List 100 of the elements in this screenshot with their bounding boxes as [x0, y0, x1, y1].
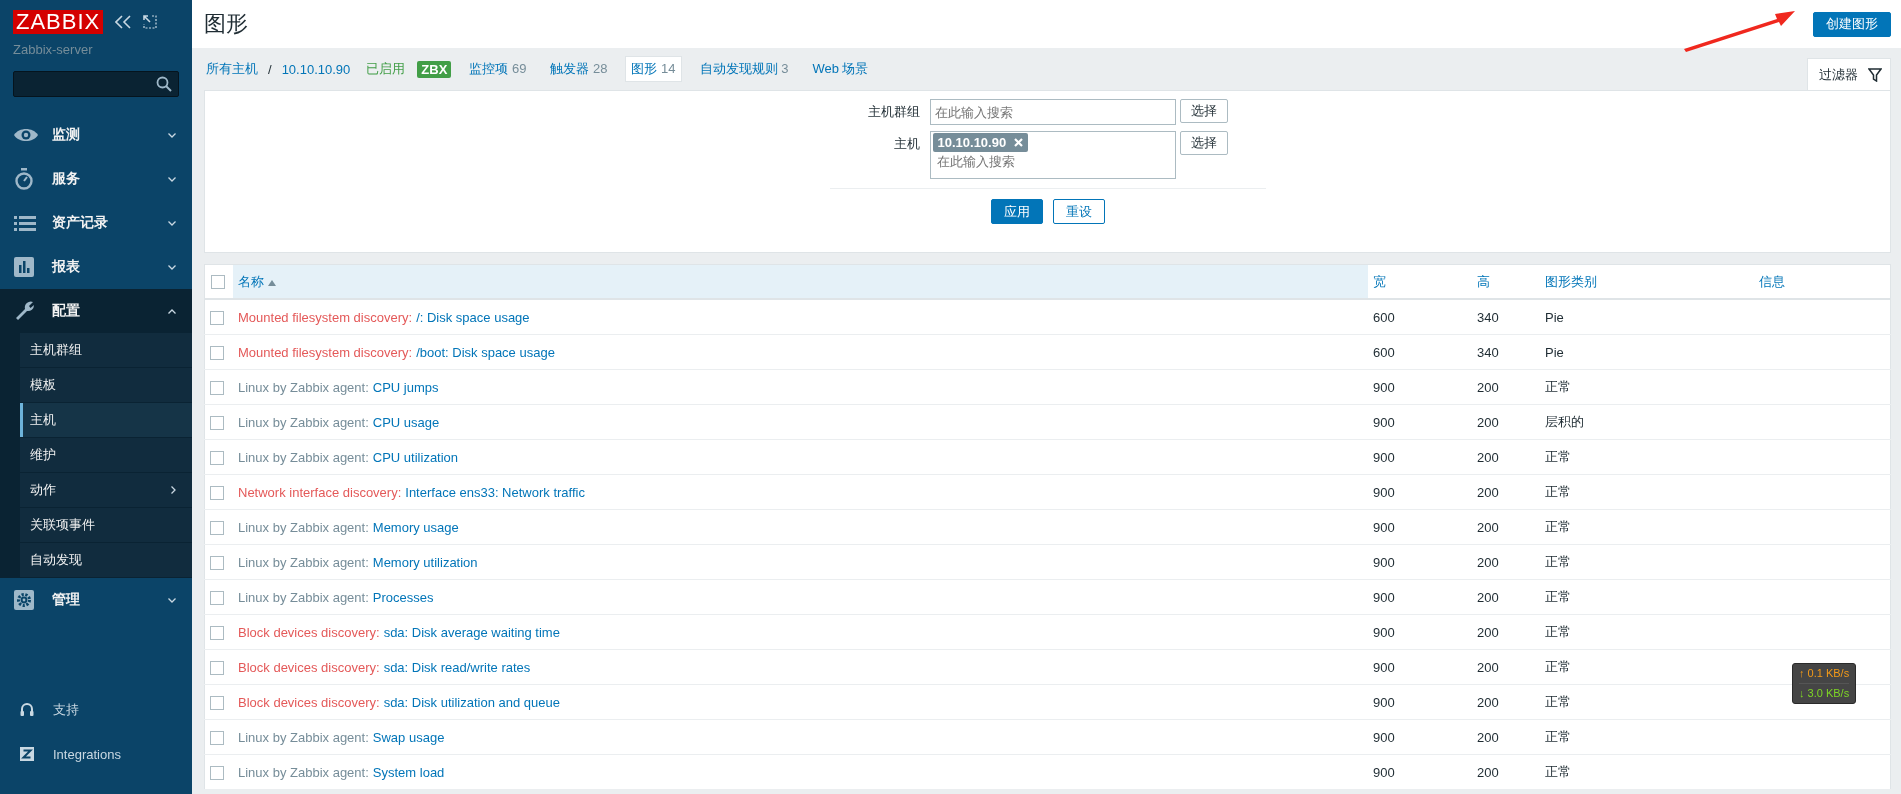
table-cell: 900: [1368, 684, 1472, 720]
logo[interactable]: ZABBIX: [13, 10, 104, 34]
parent-link[interactable]: Network interface discovery:: [238, 484, 402, 500]
host-tab[interactable]: 自动发现规则 3: [693, 56, 795, 82]
graph-link[interactable]: Memory usage: [372, 519, 459, 535]
multiselect-field[interactable]: 10.10.10.90 在此输入搜索: [929, 131, 1176, 179]
menu-item[interactable]: 监测: [0, 113, 192, 157]
status-text: 已启用: [366, 60, 406, 78]
menu-item[interactable]: 报表: [0, 245, 192, 289]
menu-item[interactable]: 管理: [0, 578, 192, 622]
graph-link[interactable]: CPU usage: [372, 414, 440, 430]
graph-link[interactable]: /: Disk space usage: [416, 309, 530, 325]
field-label: 主机: [892, 135, 921, 153]
submenu-item[interactable]: 维护: [20, 438, 192, 473]
table-cell: 600: [1368, 334, 1472, 370]
column-header[interactable]: 名称: [233, 264, 1368, 299]
graph-link[interactable]: CPU jumps: [372, 379, 439, 395]
submenu-item[interactable]: 主机群组: [20, 333, 192, 368]
menu-label: 管理: [52, 591, 81, 609]
submenu-item[interactable]: 动作: [20, 473, 192, 508]
footer-item[interactable]: 支持: [0, 688, 192, 732]
table-cell: 340: [1472, 299, 1540, 335]
parent-link[interactable]: Linux by Zabbix agent:: [238, 519, 369, 535]
footer-item[interactable]: Integrations: [0, 732, 192, 776]
row-checkbox[interactable]: [210, 415, 224, 430]
create-button[interactable]: 创建图形: [1813, 11, 1891, 37]
graph-link[interactable]: Interface ens33: Network traffic: [405, 484, 585, 500]
submenu-item[interactable]: 自动发现: [20, 543, 192, 578]
column-header[interactable]: 图形类别: [1540, 264, 1754, 299]
parent-link[interactable]: Block devices discovery:: [238, 659, 380, 675]
host-tab[interactable]: 监控项 69: [463, 56, 533, 82]
row-checkbox[interactable]: [210, 380, 224, 395]
table-cell: 900: [1368, 509, 1472, 545]
row-checkbox[interactable]: [210, 625, 224, 640]
host-tab[interactable]: 触发器 28: [544, 56, 614, 82]
row-checkbox[interactable]: [210, 450, 224, 465]
graph-link[interactable]: System load: [372, 764, 445, 780]
search-field[interactable]: [13, 71, 179, 97]
menu-item[interactable]: 配置: [0, 289, 192, 333]
parent-link[interactable]: Linux by Zabbix agent:: [238, 764, 369, 780]
select-button[interactable]: 选择: [1179, 99, 1228, 123]
graph-link[interactable]: Swap usage: [372, 729, 445, 745]
parent-link[interactable]: Mounted filesystem discovery:: [238, 344, 413, 360]
parent-link[interactable]: Block devices discovery:: [238, 694, 380, 710]
graph-link[interactable]: sda: Disk average waiting time: [383, 624, 560, 640]
select-all-checkbox[interactable]: [211, 275, 225, 290]
apply-button[interactable]: 应用: [990, 199, 1043, 224]
submenu-item[interactable]: 模板: [20, 368, 192, 403]
row-checkbox[interactable]: [210, 695, 224, 710]
graph-link[interactable]: /boot: Disk space usage: [416, 344, 555, 360]
row-checkbox[interactable]: [210, 310, 224, 325]
parent-link[interactable]: Linux by Zabbix agent:: [238, 449, 369, 465]
row-checkbox[interactable]: [210, 590, 224, 605]
table-cell: 正常: [1540, 439, 1754, 475]
parent-link[interactable]: Linux by Zabbix agent:: [238, 414, 369, 430]
parent-link[interactable]: Linux by Zabbix agent:: [238, 379, 369, 395]
column-header[interactable]: 宽: [1368, 264, 1472, 299]
host-tab[interactable]: Web 场景: [806, 56, 875, 82]
column-header[interactable]: 高: [1472, 264, 1540, 299]
menu-item[interactable]: 资产记录: [0, 201, 192, 245]
row-checkbox[interactable]: [210, 485, 224, 500]
parent-link[interactable]: Linux by Zabbix agent:: [238, 729, 369, 745]
row-checkbox[interactable]: [210, 345, 224, 360]
eye-icon: [14, 127, 38, 143]
table-cell: Pie: [1540, 334, 1754, 370]
table-cell: 正常: [1540, 719, 1754, 755]
expand-icon: [143, 15, 158, 29]
graph-link[interactable]: Memory utilization: [372, 554, 478, 570]
submenu-item[interactable]: 主机: [20, 403, 192, 438]
search-input[interactable]: 在此输入搜索: [932, 152, 1171, 171]
z-badge-icon: [20, 747, 34, 761]
multiselect-field[interactable]: 在此输入搜索: [929, 99, 1176, 125]
row-checkbox[interactable]: [210, 765, 224, 780]
graph-link[interactable]: Processes: [372, 589, 434, 605]
host-tab[interactable]: 图形 14: [625, 56, 682, 82]
search-input[interactable]: 在此输入搜索: [930, 102, 1169, 122]
parent-link[interactable]: Linux by Zabbix agent:: [238, 554, 369, 570]
row-checkbox[interactable]: [210, 730, 224, 745]
parent-link[interactable]: Block devices discovery:: [238, 624, 380, 640]
graph-link[interactable]: sda: Disk read/write rates: [383, 659, 531, 675]
table-cell: 正常: [1540, 369, 1754, 405]
select-button[interactable]: 选择: [1179, 131, 1228, 155]
row-checkbox[interactable]: [210, 555, 224, 570]
caret-down-icon: [168, 176, 176, 182]
menu-item[interactable]: 服务: [0, 157, 192, 201]
breadcrumb-link[interactable]: 所有主机: [206, 60, 258, 78]
graph-link[interactable]: sda: Disk utilization and queue: [383, 694, 560, 710]
graph-link[interactable]: CPU utilization: [372, 449, 459, 465]
parent-link[interactable]: Linux by Zabbix agent:: [238, 589, 369, 605]
row-checkbox[interactable]: [210, 520, 224, 535]
row-checkbox[interactable]: [210, 660, 224, 675]
submenu-item[interactable]: 关联项事件: [20, 508, 192, 543]
menu-label: 服务: [52, 170, 81, 188]
menu-label: 配置: [52, 302, 81, 320]
breadcrumb-link[interactable]: 10.10.10.90: [281, 61, 351, 77]
table-cell: 200: [1472, 684, 1540, 720]
reset-button[interactable]: 重设: [1052, 199, 1105, 224]
filter-tab[interactable]: 过滤器: [1807, 58, 1891, 90]
parent-link[interactable]: Mounted filesystem discovery:: [238, 309, 413, 325]
column-header[interactable]: 信息: [1754, 264, 1891, 299]
